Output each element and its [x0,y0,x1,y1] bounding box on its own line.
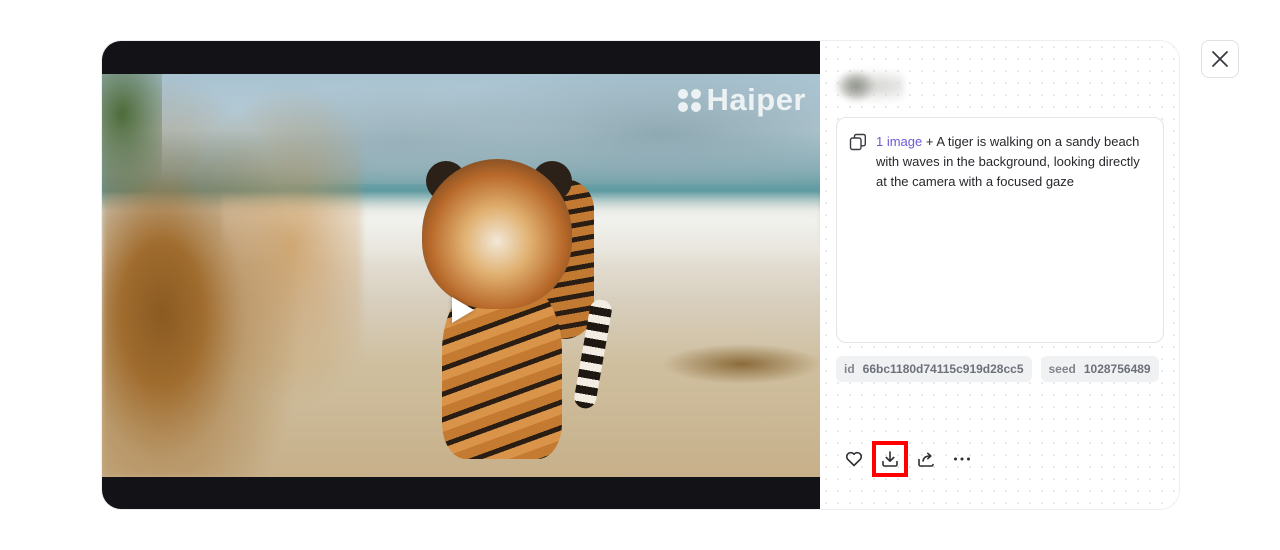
id-tag[interactable]: id 66bc1180d74115c919d28cc5 [836,356,1032,382]
id-label: id [844,362,855,376]
prompt-text: 1 image + A tiger is walking on a sandy … [876,132,1149,192]
video-player[interactable]: Haiper [102,41,820,509]
image-reference-link[interactable]: 1 image [876,134,922,149]
download-icon [882,451,898,467]
seed-tag[interactable]: seed 1028756489 [1040,356,1159,382]
like-button[interactable] [836,441,872,477]
more-button[interactable] [944,441,980,477]
avatar[interactable] [834,69,904,103]
video-frame[interactable]: Haiper [102,74,820,477]
share-icon [918,452,934,467]
haiper-watermark: Haiper [677,82,806,118]
close-button[interactable] [1201,40,1239,78]
beach-debris [662,344,820,384]
tiger-head [422,159,572,309]
download-button[interactable] [872,441,908,477]
details-panel: 1 image + A tiger is walking on a sandy … [820,41,1179,509]
seed-value: 1028756489 [1083,362,1151,376]
id-value: 66bc1180d74115c919d28cc5 [862,362,1024,376]
foreground-leaves [102,74,162,194]
share-button[interactable] [908,441,944,477]
haiper-logo-icon [677,88,701,112]
generation-tags: id 66bc1180d74115c919d28cc5 seed 1028756… [836,356,1159,382]
watermark-text: Haiper [706,82,806,117]
copy-icon[interactable] [849,133,867,151]
close-icon [1212,51,1228,67]
play-icon[interactable] [452,297,474,323]
heart-icon [845,451,863,467]
prompt-box: 1 image + A tiger is walking on a sandy … [836,117,1164,343]
seed-label: seed [1048,362,1076,376]
generation-detail-modal: Haiper 1 image + A tiger is walking on a… [101,40,1180,510]
action-bar [836,441,980,477]
tiger-figure [420,139,614,469]
more-icon [954,457,970,461]
